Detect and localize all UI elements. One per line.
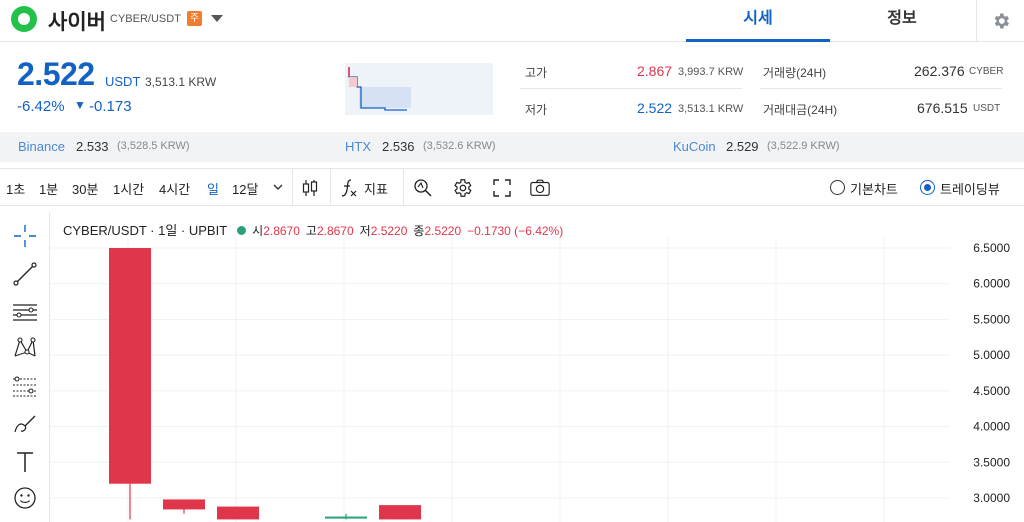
high-value: 2.867: [637, 63, 673, 79]
indicator-fx-icon[interactable]: [338, 177, 360, 199]
crosshair-icon[interactable]: [11, 222, 39, 250]
volume-label: 거래량(24H): [763, 66, 827, 80]
amount-value: 676.515: [917, 100, 968, 116]
stat-divider: [520, 88, 742, 89]
indicator-label[interactable]: 지표: [364, 179, 388, 198]
y-axis-tick-label: 6.5000: [973, 241, 1010, 255]
drawing-toolbar: [0, 212, 50, 522]
high-krw: 3,993.7 KRW: [678, 66, 744, 78]
coin-dropdown-chevron-icon[interactable]: [211, 15, 223, 22]
candle-body: [109, 248, 151, 484]
price-summary: 2.522 USDT 3,513.1 KRW -6.42% ▼ -0.173 고…: [0, 42, 1024, 132]
pattern-tool-icon[interactable]: [11, 334, 39, 362]
y-axis-tick-label: 3.0000: [973, 491, 1010, 505]
tradingview-label[interactable]: 트레이딩뷰: [940, 179, 1000, 198]
low-label: 저가: [525, 103, 548, 117]
mini-price-chart: [345, 63, 493, 115]
exchange-name-binance[interactable]: Binance: [18, 139, 65, 154]
price-unit: USDT: [105, 74, 141, 89]
exchange-name-htx[interactable]: HTX: [345, 139, 371, 154]
emoji-tool-icon[interactable]: [11, 484, 39, 512]
price-krw: 3,513.1 KRW: [145, 75, 217, 89]
chart-settings-gear-icon[interactable]: [451, 177, 473, 199]
exchange-krw-kucoin: (3,522.9 KRW): [767, 140, 840, 152]
low-value: 2.522: [637, 100, 673, 116]
warning-badge: 주: [187, 11, 202, 26]
timeframe-4h[interactable]: 4시간: [159, 179, 190, 198]
basic-chart-radio[interactable]: [830, 180, 845, 195]
exchange-price-kucoin: 2.529: [726, 139, 759, 154]
tradingview-radio[interactable]: [920, 180, 935, 195]
timeframe-30m[interactable]: 30분: [72, 179, 98, 198]
amount-unit: USDT: [973, 103, 1001, 114]
stat-divider-2: [760, 88, 1002, 89]
y-axis-tick-label: 5.5000: [973, 312, 1010, 326]
trend-line-icon[interactable]: [11, 260, 39, 288]
exchange-name-kucoin[interactable]: KuCoin: [673, 139, 716, 154]
fibonacci-tool-icon[interactable]: [11, 372, 39, 400]
volume-value: 262.376: [914, 63, 965, 79]
basic-chart-label[interactable]: 기본차트: [850, 179, 898, 198]
exchange-price-htx: 2.536: [382, 139, 415, 154]
volume-unit: CYBER: [969, 66, 1004, 77]
y-axis-tick-label: 4.5000: [973, 384, 1010, 398]
toolbar-separator: [292, 169, 293, 205]
change-value: -0.173: [89, 98, 132, 115]
toolbar-separator: [330, 169, 331, 205]
chart-plot[interactable]: 6.5000 6.0000 5.5000 5.0000 4.5000 4.0000 3.50…: [50, 212, 1024, 522]
top-header: 사이버 CYBER/USDT 주 시세 정보: [0, 0, 1024, 42]
candle-body: [217, 506, 259, 520]
coin-pair: CYBER/USDT: [110, 13, 181, 25]
timeframe-12mo[interactable]: 12달: [232, 179, 258, 198]
timeframe-1m[interactable]: 1분: [39, 179, 58, 198]
timeframe-1s[interactable]: 1초: [6, 179, 25, 198]
y-axis-tick-label: 3.5000: [973, 455, 1010, 469]
toolbar-separator: [403, 169, 404, 205]
timeframe-dropdown-chevron-icon[interactable]: [270, 179, 286, 195]
text-tool-icon[interactable]: [11, 448, 39, 476]
exchange-price-binance: 2.533: [76, 139, 109, 154]
candle-body: [163, 499, 205, 510]
coin-logo-icon: [11, 6, 37, 32]
candle-body: [325, 516, 367, 519]
change-percent: -6.42%: [17, 98, 65, 115]
alert-search-icon[interactable]: [412, 177, 434, 199]
brush-tool-icon[interactable]: [11, 410, 39, 438]
settings-button[interactable]: [976, 0, 1024, 42]
timeframe-1d[interactable]: 일: [207, 179, 219, 198]
coin-name: 사이버: [48, 11, 106, 34]
exchange-price-row: Binance 2.533 (3,528.5 KRW) HTX 2.536 (3…: [0, 132, 1024, 162]
chart-toolbar: 1초 1분 30분 1시간 4시간 일 12달 지표 기본차트 트레이딩뷰: [0, 168, 1024, 206]
amount-label: 거래대금(24H): [763, 103, 838, 117]
candlestick-chart-area[interactable]: CYBER/USDT · 1일 · UPBIT 시2.8670 고2.8670 저2.…: [50, 212, 1024, 522]
tab-info[interactable]: 정보: [830, 0, 974, 42]
gear-icon: [994, 13, 1009, 29]
current-price: 2.522: [17, 56, 95, 92]
exchange-krw-binance: (3,528.5 KRW): [117, 140, 190, 152]
y-axis-tick-label: 4.0000: [973, 420, 1010, 434]
tab-quote[interactable]: 시세: [686, 0, 830, 42]
y-axis-tick-label: 5.0000: [973, 348, 1010, 362]
camera-snapshot-icon[interactable]: [529, 177, 551, 199]
y-axis-tick-label: 6.0000: [973, 277, 1010, 291]
candle-type-icon[interactable]: [299, 177, 321, 199]
exchange-krw-htx: (3,532.6 KRW): [423, 140, 496, 152]
low-krw: 3,513.1 KRW: [678, 103, 744, 115]
timeframe-1h[interactable]: 1시간: [113, 179, 144, 198]
candle-body: [379, 505, 421, 520]
down-arrow-icon: ▼: [74, 98, 86, 112]
high-label: 고가: [525, 66, 548, 80]
horizontal-lines-icon[interactable]: [11, 298, 39, 326]
fullscreen-icon[interactable]: [491, 177, 513, 199]
